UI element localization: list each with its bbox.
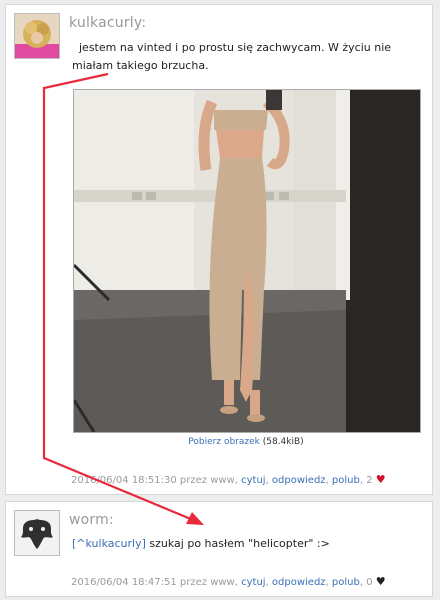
heart-icon: ♥ [375, 473, 386, 486]
image-size: (58.4kiB) [262, 437, 304, 447]
comment-text: jestem na vinted i po prostu się zachwyc… [72, 39, 422, 75]
reply-link[interactable]: odpowiedz [272, 577, 326, 588]
comment-body: jestem na vinted i po prostu się zachwyc… [72, 41, 392, 72]
mention-link[interactable]: [^kulkacurly] [72, 537, 146, 550]
user-avatar[interactable] [14, 510, 60, 556]
post-meta: 2016/06/04 18:51:30 przez www, cytuj, od… [71, 473, 386, 486]
like-count: 2 [366, 475, 373, 486]
username[interactable]: kulkacurly: [69, 15, 146, 31]
timestamp: 2016/06/04 18:51:30 przez www, [71, 475, 238, 486]
username[interactable]: worm: [69, 512, 114, 528]
post-meta: 2016/06/04 18:47:51 przez www, cytuj, od… [71, 575, 386, 588]
reply-link[interactable]: odpowiedz [272, 475, 326, 486]
image-caption: Pobierz obrazek (58.4kiB) [73, 437, 419, 447]
like-count: 0 [366, 577, 373, 588]
comment-post: worm: [^kulkacurly] szukaj po hasłem "he… [5, 501, 433, 597]
comment-body: szukaj po hasłem "helicopter" :> [149, 537, 330, 550]
download-image-link[interactable]: Pobierz obrazek [188, 437, 260, 447]
user-avatar[interactable] [14, 13, 60, 59]
heart-icon: ♥ [375, 575, 386, 588]
attached-photo[interactable] [73, 89, 421, 433]
like-link[interactable]: polub [332, 577, 360, 588]
comment-post: kulkacurly: jestem na vinted i po prostu… [5, 4, 433, 495]
like-link[interactable]: polub [332, 475, 360, 486]
quote-link[interactable]: cytuj [241, 577, 265, 588]
comment-text: [^kulkacurly] szukaj po hasłem "helicopt… [72, 535, 422, 553]
timestamp: 2016/06/04 18:47:51 przez www, [71, 577, 238, 588]
quote-link[interactable]: cytuj [241, 475, 265, 486]
